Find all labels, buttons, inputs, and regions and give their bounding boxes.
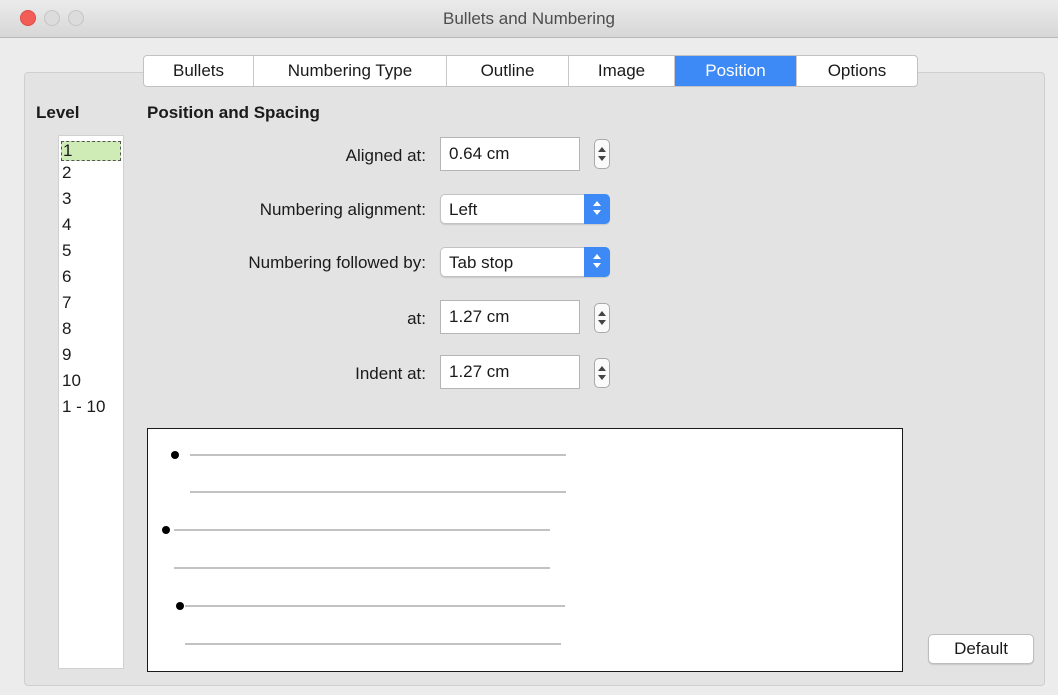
level-item[interactable]: 7 xyxy=(62,294,71,312)
tab-stop-at-label: at: xyxy=(407,309,426,328)
numbering-followed-by-label: Numbering followed by: xyxy=(248,253,426,272)
aligned-at-label: Aligned at: xyxy=(345,146,426,165)
stepper-up-icon[interactable] xyxy=(598,147,606,152)
preview-line xyxy=(190,454,566,456)
tab-bullets[interactable]: Bullets xyxy=(144,56,254,86)
tab-outline[interactable]: Outline xyxy=(447,56,569,86)
tab-position[interactable]: Position xyxy=(675,56,797,86)
stepper-up-icon[interactable] xyxy=(598,311,606,316)
level-heading: Level xyxy=(36,103,80,122)
chevron-updown-icon[interactable] xyxy=(584,247,610,277)
level-item[interactable]: 1 - 10 xyxy=(62,398,105,416)
indent-at-stepper[interactable] xyxy=(594,358,610,388)
bullet-dot xyxy=(162,526,170,534)
default-button[interactable]: Default xyxy=(928,634,1034,664)
level-item[interactable]: 6 xyxy=(62,268,71,286)
preview-line xyxy=(174,567,550,569)
preview-line xyxy=(185,605,565,607)
dialog-window: Bullets and Numbering Bullets Numbering … xyxy=(0,0,1058,695)
preview-line xyxy=(174,529,550,531)
tab-stop-at-stepper[interactable] xyxy=(594,303,610,333)
level-item[interactable]: 2 xyxy=(62,164,71,182)
indent-at-label: Indent at: xyxy=(355,364,426,383)
tab-image[interactable]: Image xyxy=(569,56,675,86)
numbering-alignment-value: Left xyxy=(449,200,478,219)
preview-line xyxy=(185,643,561,645)
tab-numbering-type[interactable]: Numbering Type xyxy=(254,56,447,86)
stepper-down-icon[interactable] xyxy=(598,320,606,325)
title-bar: Bullets and Numbering xyxy=(0,0,1058,38)
aligned-at-stepper[interactable] xyxy=(594,139,610,169)
window-title: Bullets and Numbering xyxy=(443,9,615,28)
aligned-at-input[interactable] xyxy=(440,137,580,171)
level-item[interactable]: 4 xyxy=(62,216,71,234)
chevron-updown-icon[interactable] xyxy=(584,194,610,224)
tab-stop-at-input[interactable] xyxy=(440,300,580,334)
level-item[interactable]: 5 xyxy=(62,242,71,260)
stepper-up-icon[interactable] xyxy=(598,366,606,371)
level-item[interactable]: 10 xyxy=(62,372,81,390)
indent-at-input[interactable] xyxy=(440,355,580,389)
tab-options[interactable]: Options xyxy=(797,56,917,86)
stepper-down-icon[interactable] xyxy=(598,156,606,161)
numbering-followed-by-select[interactable]: Tab stop xyxy=(440,247,610,277)
preview-line xyxy=(190,491,566,493)
bullet-dot xyxy=(176,602,184,610)
numbering-alignment-select[interactable]: Left xyxy=(440,194,610,224)
level-list[interactable]: 1 2 3 4 5 6 7 8 9 10 1 - 10 xyxy=(58,135,124,669)
level-item[interactable]: 3 xyxy=(62,190,71,208)
level-item[interactable]: 9 xyxy=(62,346,71,364)
level-item[interactable]: 1 xyxy=(61,141,121,161)
bullet-dot xyxy=(171,451,179,459)
stepper-down-icon[interactable] xyxy=(598,375,606,380)
numbering-alignment-label: Numbering alignment: xyxy=(259,200,426,219)
tab-bar: Bullets Numbering Type Outline Image Pos… xyxy=(143,55,918,87)
numbering-followed-by-value: Tab stop xyxy=(449,253,514,272)
level-item[interactable]: 8 xyxy=(62,320,71,338)
numbering-preview xyxy=(147,428,903,672)
section-title: Position and Spacing xyxy=(147,103,320,122)
